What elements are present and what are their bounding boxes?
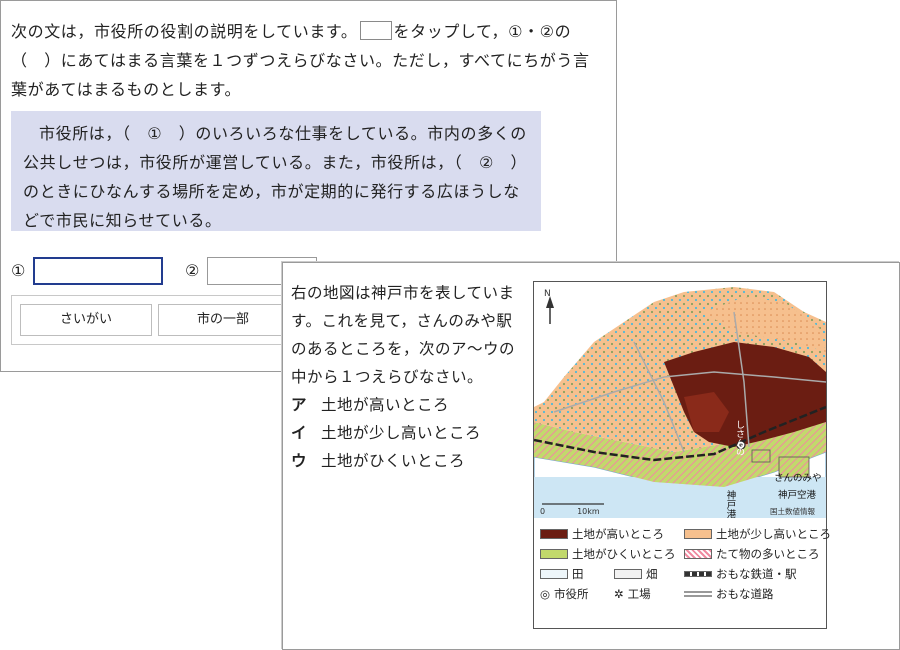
field-icon [614,569,642,579]
legend-label-railway: おもな鉄道・駅 [716,567,797,581]
legend-field: 畑 [614,566,658,582]
label-sannomiya-vertical: しさんの [734,420,745,456]
question-1-text-before: 次の文は，市役所の役割の説明をしています。 [11,22,358,41]
legend-swatch-slightly-high [684,529,712,539]
legend-swatch-buildings [684,549,712,559]
option-u-text: 土地がひくいところ [321,452,466,470]
option-u: ウ土地がひくいところ [291,447,526,475]
legend-label-high: 土地が高いところ [572,527,664,541]
option-i-text: 土地が少し高いところ [321,424,482,442]
road-icon [684,591,712,597]
answer-1-label: ① [11,261,26,280]
option-a: ア土地が高いところ [291,391,526,419]
legend-swatch-low [540,549,568,559]
label-sannomiya: さんのみや [774,473,822,484]
legend-label-city-hall: 市役所 [554,587,589,601]
question-card-2: 右の地図は神戸市を表しています。これを見て，さんのみや駅のあるところを，次のア～… [282,262,900,650]
legend-slightly-high-land: 土地が少し高いところ [684,526,831,542]
factory-icon: ✲ [614,587,624,601]
legend-buildings: たて物の多いところ [684,546,820,562]
map-legend: 土地が高いところ 土地が少し高いところ 土地がひくいところ たて物の多いところ … [534,522,831,628]
option-a-text: 土地が高いところ [321,396,450,414]
legend-road: おもな道路 [684,586,774,602]
blank-box-icon [359,21,392,40]
legend-label-factory: 工場 [627,587,651,601]
legend-label-buildings: たて物の多いところ [716,547,820,561]
passage-box: 市役所は，（ ① ）のいろいろな仕事をしている。市内の多くの公共しせつは，市役所… [11,111,541,231]
kobe-map: N しさんの 神戸港 さんのみや 神戸空港 0 10km 国土数値情報 [534,282,826,518]
legend-city-hall: ◎ 市役所 [540,586,589,602]
kobe-map-frame: N しさんの 神戸港 さんのみや 神戸空港 0 10km 国土数値情報 土地が高… [533,281,831,629]
north-label: N [544,289,551,299]
answer-2-label: ② [185,261,200,280]
option-i-mark: イ [291,424,308,442]
choice-button-2[interactable]: 市の一部 [158,304,288,336]
option-i: イ土地が少し高いところ [291,419,526,447]
option-a-mark: ア [291,396,308,414]
label-kobe-port: 神戸港 [725,489,737,518]
map-credit: 国土数値情報 [770,506,815,516]
legend-label-low: 土地がひくいところ [572,547,676,561]
scale-label: 0 10km [540,507,600,516]
legend-label-slightly-high: 土地が少し高いところ [716,527,831,541]
legend-factory: ✲ 工場 [614,586,651,602]
question-2-text: 右の地図は神戸市を表しています。これを見て，さんのみや駅のあるところを，次のア～… [291,284,516,386]
option-u-mark: ウ [291,452,308,470]
rice-field-icon [540,569,568,579]
city-hall-icon: ◎ [540,587,551,601]
legend-label-rice-field: 田 [572,567,584,581]
legend-label-road: おもな道路 [716,587,774,601]
passage-text: 市役所は，（ ① ）のいろいろな仕事をしている。市内の多くの公共しせつは，市役所… [23,124,528,230]
answer-1-input[interactable] [33,257,163,285]
legend-railway: おもな鉄道・駅 [684,566,797,582]
legend-rice-field: 田 [540,566,584,582]
railway-icon [684,571,712,577]
label-kobe-airport: 神戸空港 [778,489,817,501]
legend-swatch-high [540,529,568,539]
legend-high-land: 土地が高いところ [540,526,664,542]
question-1-text: 次の文は，市役所の役割の説明をしています。 をタップして，①・②の（ ）にあてはま… [11,17,601,104]
question-2-text-block: 右の地図は神戸市を表しています。これを見て，さんのみや駅のあるところを，次のア～… [291,279,526,475]
choice-button-1[interactable]: さいがい [20,304,152,336]
legend-low-land: 土地がひくいところ [540,546,676,562]
legend-label-field: 畑 [646,567,658,581]
